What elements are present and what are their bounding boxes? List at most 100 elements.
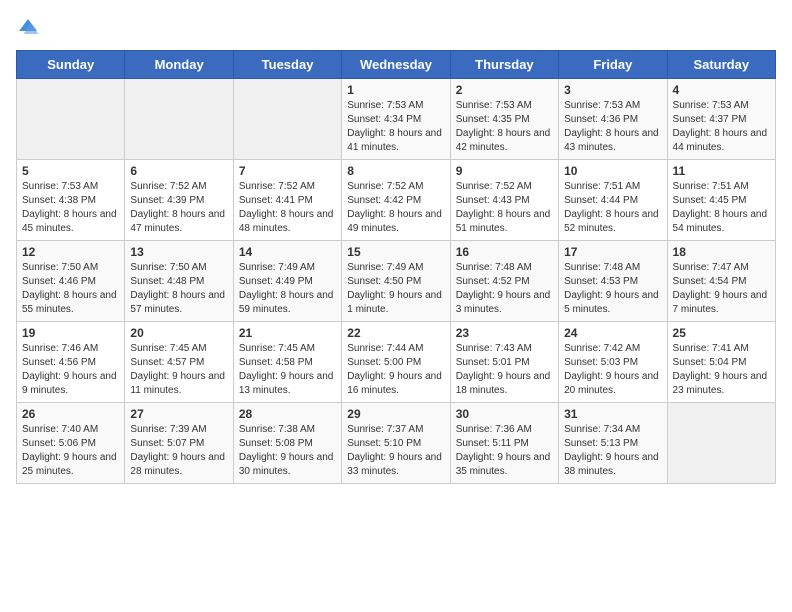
calendar-cell: 13Sunrise: 7:50 AM Sunset: 4:48 PM Dayli… <box>125 241 233 322</box>
calendar-cell: 18 Sunrise: 7:47 AM Sunset: 4:54 PM Dayli… <box>667 241 775 322</box>
day-info: Sunrise: 7:36 AM Sunset: 5:11 PM Dayligh… <box>456 423 553 479</box>
day-info: Sunrise: 7:45 AM Sunset: 4:58 PM Dayligh… <box>239 342 336 398</box>
calendar-cell: 31Sunrise: 7:34 AM Sunset: 5:13 PM Dayli… <box>559 403 667 484</box>
day-info: Sunrise: 7:53 AM Sunset: 4:35 PM Dayligh… <box>456 99 553 155</box>
day-number: 28 <box>239 407 336 421</box>
calendar-body: 1 Sunrise: 7:53 AM Sunset: 4:34 PM Daylig… <box>17 79 776 484</box>
calendar-cell: 17 Sunrise: 7:48 AM Sunset: 4:53 PM Dayli… <box>559 241 667 322</box>
calendar-cell: 30 Sunrise: 7:36 AM Sunset: 5:11 PM Dayli… <box>450 403 558 484</box>
header-row: Sunday Monday Tuesday Wednesday Thursday… <box>17 51 776 79</box>
day-number: 20 <box>130 326 227 340</box>
day-info: Sunrise: 7:52 AM Sunset: 4:39 PM Dayligh… <box>130 180 227 236</box>
day-number: 14 <box>239 245 336 259</box>
header-tuesday: Tuesday <box>233 51 341 79</box>
calendar-cell: 21 Sunrise: 7:45 AM Sunset: 4:58 PM Dayli… <box>233 322 341 403</box>
calendar-week-row: 5 Sunrise: 7:53 AM Sunset: 4:38 PM Daylig… <box>17 160 776 241</box>
day-info: Sunrise: 7:50 AM Sunset: 4:46 PM Dayligh… <box>22 261 119 317</box>
calendar-week-row: 1 Sunrise: 7:53 AM Sunset: 4:34 PM Daylig… <box>17 79 776 160</box>
calendar-week-row: 12Sunrise: 7:50 AM Sunset: 4:46 PM Dayli… <box>17 241 776 322</box>
header-friday: Friday <box>559 51 667 79</box>
day-info: Sunrise: 7:49 AM Sunset: 4:49 PM Dayligh… <box>239 261 336 317</box>
header-sunday: Sunday <box>17 51 125 79</box>
day-number: 22 <box>347 326 444 340</box>
day-info: Sunrise: 7:44 AM Sunset: 5:00 PM Dayligh… <box>347 342 444 398</box>
day-info: Sunrise: 7:38 AM Sunset: 5:08 PM Dayligh… <box>239 423 336 479</box>
calendar-cell <box>17 79 125 160</box>
calendar-cell: 23Sunrise: 7:43 AM Sunset: 5:01 PM Dayli… <box>450 322 558 403</box>
day-number: 24 <box>564 326 661 340</box>
day-number: 29 <box>347 407 444 421</box>
calendar-cell: 9 Sunrise: 7:52 AM Sunset: 4:43 PM Daylig… <box>450 160 558 241</box>
calendar-cell: 4Sunrise: 7:53 AM Sunset: 4:37 PM Daylig… <box>667 79 775 160</box>
day-info: Sunrise: 7:52 AM Sunset: 4:42 PM Dayligh… <box>347 180 444 236</box>
day-number: 9 <box>456 164 553 178</box>
calendar-cell: 16 Sunrise: 7:48 AM Sunset: 4:52 PM Dayli… <box>450 241 558 322</box>
day-info: Sunrise: 7:51 AM Sunset: 4:45 PM Dayligh… <box>673 180 770 236</box>
day-number: 25 <box>673 326 770 340</box>
day-number: 8 <box>347 164 444 178</box>
calendar-cell: 11 Sunrise: 7:51 AM Sunset: 4:45 PM Dayli… <box>667 160 775 241</box>
day-number: 18 <box>673 245 770 259</box>
day-number: 26 <box>22 407 119 421</box>
day-number: 23 <box>456 326 553 340</box>
calendar-cell: 5 Sunrise: 7:53 AM Sunset: 4:38 PM Daylig… <box>17 160 125 241</box>
day-number: 4 <box>673 83 770 97</box>
calendar-cell: 8 Sunrise: 7:52 AM Sunset: 4:42 PM Daylig… <box>342 160 450 241</box>
day-info: Sunrise: 7:52 AM Sunset: 4:43 PM Dayligh… <box>456 180 553 236</box>
day-number: 19 <box>22 326 119 340</box>
calendar-cell: 10Sunrise: 7:51 AM Sunset: 4:44 PM Dayli… <box>559 160 667 241</box>
day-info: Sunrise: 7:46 AM Sunset: 4:56 PM Dayligh… <box>22 342 119 398</box>
day-number: 7 <box>239 164 336 178</box>
day-number: 15 <box>347 245 444 259</box>
header-saturday: Saturday <box>667 51 775 79</box>
calendar-cell: 26 Sunrise: 7:40 AM Sunset: 5:06 PM Dayli… <box>17 403 125 484</box>
day-info: Sunrise: 7:48 AM Sunset: 4:53 PM Dayligh… <box>564 261 661 317</box>
calendar-cell: 25 Sunrise: 7:41 AM Sunset: 5:04 PM Dayli… <box>667 322 775 403</box>
header-monday: Monday <box>125 51 233 79</box>
calendar-cell <box>125 79 233 160</box>
calendar-cell <box>233 79 341 160</box>
calendar-cell: 24Sunrise: 7:42 AM Sunset: 5:03 PM Dayli… <box>559 322 667 403</box>
day-number: 11 <box>673 164 770 178</box>
day-info: Sunrise: 7:41 AM Sunset: 5:04 PM Dayligh… <box>673 342 770 398</box>
header <box>16 16 776 40</box>
day-info: Sunrise: 7:45 AM Sunset: 4:57 PM Dayligh… <box>130 342 227 398</box>
day-number: 21 <box>239 326 336 340</box>
calendar-cell: 22 Sunrise: 7:44 AM Sunset: 5:00 PM Dayli… <box>342 322 450 403</box>
day-info: Sunrise: 7:53 AM Sunset: 4:36 PM Dayligh… <box>564 99 661 155</box>
day-number: 5 <box>22 164 119 178</box>
day-info: Sunrise: 7:53 AM Sunset: 4:34 PM Dayligh… <box>347 99 444 155</box>
calendar-cell: 19 Sunrise: 7:46 AM Sunset: 4:56 PM Dayli… <box>17 322 125 403</box>
day-info: Sunrise: 7:53 AM Sunset: 4:38 PM Dayligh… <box>22 180 119 236</box>
day-number: 2 <box>456 83 553 97</box>
day-info: Sunrise: 7:52 AM Sunset: 4:41 PM Dayligh… <box>239 180 336 236</box>
header-wednesday: Wednesday <box>342 51 450 79</box>
day-number: 16 <box>456 245 553 259</box>
calendar-week-row: 26 Sunrise: 7:40 AM Sunset: 5:06 PM Dayli… <box>17 403 776 484</box>
header-thursday: Thursday <box>450 51 558 79</box>
calendar-cell: 14 Sunrise: 7:49 AM Sunset: 4:49 PM Dayli… <box>233 241 341 322</box>
calendar-cell: 28 Sunrise: 7:38 AM Sunset: 5:08 PM Dayli… <box>233 403 341 484</box>
day-number: 3 <box>564 83 661 97</box>
day-info: Sunrise: 7:48 AM Sunset: 4:52 PM Dayligh… <box>456 261 553 317</box>
day-info: Sunrise: 7:51 AM Sunset: 4:44 PM Dayligh… <box>564 180 661 236</box>
calendar-cell: 29 Sunrise: 7:37 AM Sunset: 5:10 PM Dayli… <box>342 403 450 484</box>
day-number: 6 <box>130 164 227 178</box>
day-info: Sunrise: 7:49 AM Sunset: 4:50 PM Dayligh… <box>347 261 444 317</box>
day-number: 1 <box>347 83 444 97</box>
calendar-cell: 12Sunrise: 7:50 AM Sunset: 4:46 PM Dayli… <box>17 241 125 322</box>
day-number: 27 <box>130 407 227 421</box>
day-info: Sunrise: 7:47 AM Sunset: 4:54 PM Dayligh… <box>673 261 770 317</box>
day-info: Sunrise: 7:37 AM Sunset: 5:10 PM Dayligh… <box>347 423 444 479</box>
day-info: Sunrise: 7:39 AM Sunset: 5:07 PM Dayligh… <box>130 423 227 479</box>
day-info: Sunrise: 7:40 AM Sunset: 5:06 PM Dayligh… <box>22 423 119 479</box>
day-number: 17 <box>564 245 661 259</box>
calendar-table: Sunday Monday Tuesday Wednesday Thursday… <box>16 50 776 484</box>
calendar-cell: 27 Sunrise: 7:39 AM Sunset: 5:07 PM Dayli… <box>125 403 233 484</box>
logo <box>16 16 44 40</box>
day-info: Sunrise: 7:34 AM Sunset: 5:13 PM Dayligh… <box>564 423 661 479</box>
logo-icon <box>16 16 40 40</box>
calendar-cell: 6 Sunrise: 7:52 AM Sunset: 4:39 PM Daylig… <box>125 160 233 241</box>
calendar-cell: 7 Sunrise: 7:52 AM Sunset: 4:41 PM Daylig… <box>233 160 341 241</box>
day-number: 30 <box>456 407 553 421</box>
